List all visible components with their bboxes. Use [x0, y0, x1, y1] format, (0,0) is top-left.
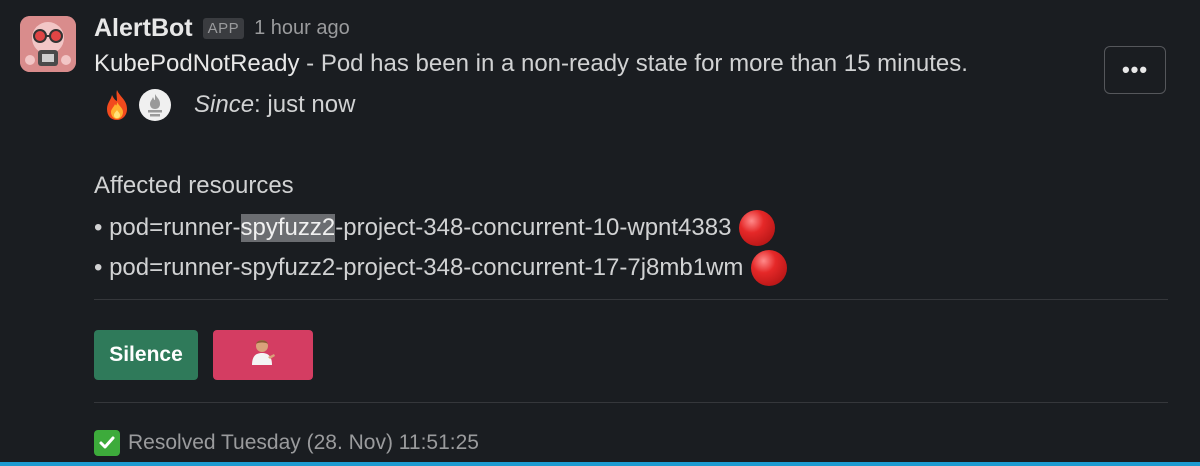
alert-name[interactable]: KubePodNotReady	[94, 50, 299, 77]
sender-name[interactable]: AlertBot	[94, 14, 193, 43]
fire-icon	[100, 88, 134, 122]
timestamp[interactable]: 1 hour ago	[254, 17, 350, 40]
divider	[94, 299, 1168, 300]
resolved-status: Resolved Tuesday (28. Nov) 11:51:25	[94, 430, 479, 456]
message-header: AlertBot APP 1 hour ago	[94, 8, 350, 48]
person-tipping-hand-icon	[249, 338, 277, 372]
white-check-mark-icon	[94, 430, 120, 456]
red-circle-icon	[751, 250, 788, 286]
highlighted-text[interactable]: spyfuzz2	[240, 214, 336, 242]
app-badge: APP	[202, 17, 245, 39]
resource-suffix: spyfuzz2-project-348-concurrent-17-7j8mb…	[240, 254, 744, 281]
silence-button[interactable]: Silence	[94, 330, 198, 380]
bullet: •	[94, 254, 103, 281]
prometheus-icon	[138, 88, 172, 122]
bullet: •	[94, 214, 103, 241]
resource-prefix: pod=runner-	[109, 214, 241, 241]
alert-message: AlertBot APP 1 hour ago ••• KubePodNotRe…	[0, 0, 1200, 466]
red-circle-icon	[739, 210, 776, 246]
resource-prefix: pod=runner-	[109, 254, 241, 281]
bottom-accent-bar	[0, 462, 1200, 466]
alert-summary: KubePodNotReady - Pod has been in a non-…	[94, 50, 968, 78]
resolved-text: Resolved Tuesday (28. Nov) 11:51:25	[128, 431, 479, 454]
affected-resources-title: Affected resources	[94, 172, 294, 199]
since-row: Since: just now	[100, 86, 355, 124]
resource-item: • pod=runner-spyfuzz2-project-348-concur…	[94, 210, 776, 246]
since-value: : just now	[254, 91, 356, 118]
divider	[94, 402, 1168, 403]
emoji-action-button[interactable]	[213, 330, 313, 380]
resource-item: • pod=runner-spyfuzz2-project-348-concur…	[94, 250, 788, 286]
alert-description: - Pod has been in a non-ready state for …	[299, 50, 968, 77]
resource-suffix: -project-348-concurrent-10-wpnt4383	[335, 214, 732, 241]
since-label: Since	[194, 91, 255, 118]
more-actions-button[interactable]: •••	[1104, 46, 1166, 94]
bot-avatar[interactable]	[20, 16, 76, 72]
